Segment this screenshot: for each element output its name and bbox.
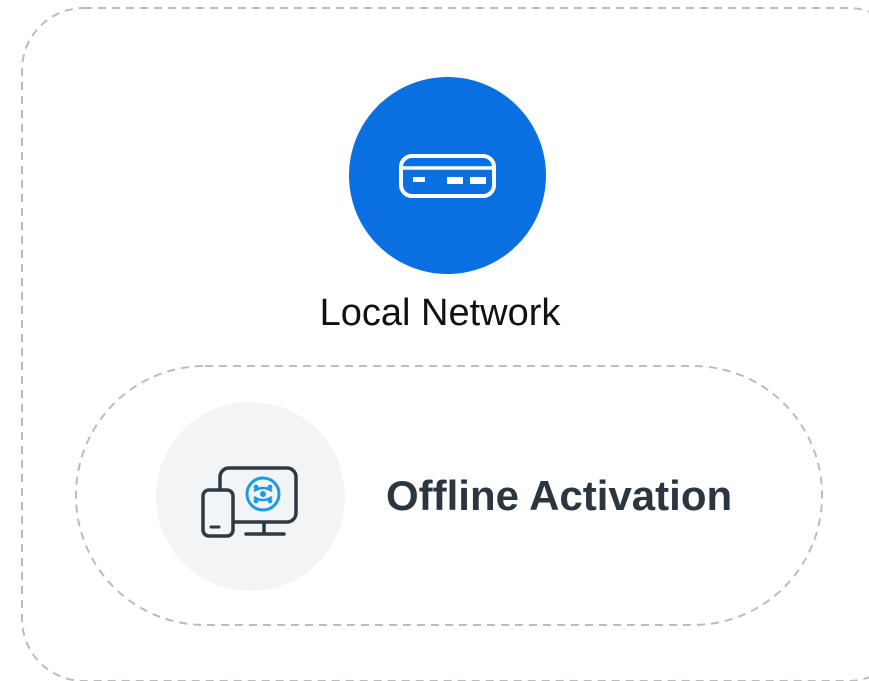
offline-activation-label: Offline Activation xyxy=(386,472,733,519)
offline-activation-node xyxy=(156,402,345,591)
devices-activation-icon xyxy=(201,466,298,538)
diagram-canvas: Local Network Offline Activation xyxy=(0,0,869,681)
inner-dashed-boundary xyxy=(75,365,823,626)
